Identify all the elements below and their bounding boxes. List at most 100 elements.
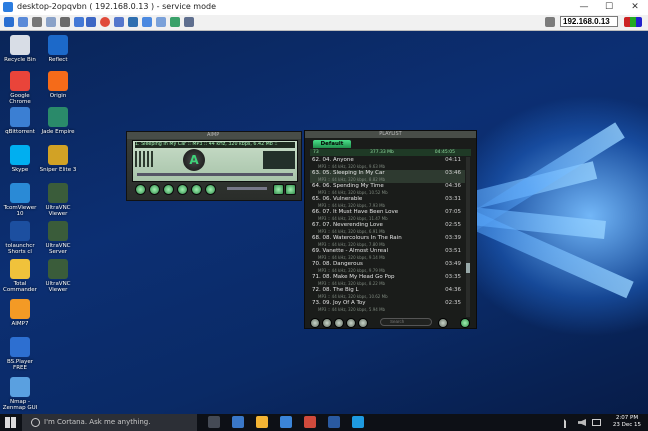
desktop-icon[interactable]: Skype: [0, 145, 40, 173]
desktop-icon-label: Recycle Bin: [4, 57, 36, 63]
network-icon[interactable]: [564, 419, 573, 428]
desktop-icon[interactable]: AIMP7: [0, 299, 40, 327]
cortana-search-box[interactable]: I'm Cortana. Ask me anything.: [22, 414, 197, 431]
edit-icon[interactable]: [346, 318, 356, 328]
playlist-row[interactable]: 63. 05. Sleeping In My Car 03:46 MP3 :: 44…: [310, 170, 465, 183]
aimp-playlist-window[interactable]: PLAYLIST Default 73 377.33 Mb 04:45:05 6…: [304, 130, 477, 329]
pause-button[interactable]: [149, 184, 160, 195]
playlist-menu-icon[interactable]: [358, 318, 368, 328]
scrollbar-thumb[interactable]: [466, 263, 470, 273]
view-only-icon[interactable]: [142, 17, 152, 27]
desktop-icon[interactable]: Origin: [38, 71, 78, 99]
desktop-icon[interactable]: BS.Player FREE: [0, 337, 40, 371]
desktop-icon[interactable]: Recycle Bin: [0, 35, 40, 63]
edge-icon[interactable]: [232, 416, 244, 428]
track-duration: 03:51: [445, 248, 461, 254]
desktop-icon-label: Skype: [11, 167, 29, 173]
aimp-taskbar-icon[interactable]: [304, 416, 316, 428]
playlist-row[interactable]: 65. 06. Vulnerable 03:31 MP3 :: 44 kHz, 32…: [310, 196, 465, 209]
fullscreen-icon[interactable]: [18, 17, 28, 27]
keyboard-icon[interactable]: [592, 419, 601, 426]
stop-button[interactable]: [163, 184, 174, 195]
nmap-icon: [10, 377, 30, 397]
playlist-tab-default[interactable]: Default: [313, 140, 351, 148]
playlist-row[interactable]: 71. 08. Make My Head Go Pop 03:35 MP3 :: 4…: [310, 274, 465, 287]
clock[interactable]: 2:07 PM 23 Dec 15: [608, 415, 646, 429]
desktop-icon[interactable]: TcomViewer 10: [0, 183, 40, 217]
playlist-row[interactable]: 64. 06. Spending My Time 04:36 MP3 :: 44 k…: [310, 183, 465, 196]
desktop-icon[interactable]: Nmap - Zenmap GUI: [0, 377, 40, 411]
playlist-rows: 62. 04. Anyone 04:11 MP3 :: 44 kHz, 320 kb…: [310, 157, 465, 317]
aimp-title-bar[interactable]: AIMP: [127, 132, 301, 139]
playlist-row[interactable]: 68. 08. Watercolours In The Rain 03:39 MP3…: [310, 235, 465, 248]
add-files-icon[interactable]: [310, 318, 320, 328]
close-button[interactable]: ✕: [626, 1, 644, 13]
track-duration: 03:31: [445, 196, 461, 202]
playlist-row[interactable]: 62. 04. Anyone 04:11 MP3 :: 44 kHz, 320 kb…: [310, 157, 465, 170]
desktop-icon[interactable]: UltraVNC Viewer: [38, 259, 78, 293]
track-count: 73: [313, 150, 319, 155]
playlist-row[interactable]: 67. 07. Neverending Love 02:55 MP3 :: 44 k…: [310, 222, 465, 235]
desktop-icon-label: tolaunchcr Shorts cl: [5, 243, 35, 255]
address-field[interactable]: [560, 16, 618, 27]
minimize-button[interactable]: —: [575, 1, 593, 13]
volume-slider[interactable]: [227, 187, 267, 190]
stop-icon[interactable]: [100, 17, 110, 27]
next-button[interactable]: [191, 184, 202, 195]
desktop-icon[interactable]: Sniper Elite 3: [38, 145, 78, 173]
desktop-icon[interactable]: UltraVNC Server: [38, 221, 78, 255]
playlist-scrollbar[interactable]: [466, 157, 470, 317]
desktop-icon[interactable]: qBittorrent: [0, 107, 40, 135]
search-clear-icon[interactable]: [438, 318, 448, 328]
screen-select-icon[interactable]: [156, 17, 166, 27]
notepad-taskbar-icon[interactable]: [328, 416, 340, 428]
color-depth-icon[interactable]: [624, 17, 642, 27]
task-view-icon[interactable]: [208, 416, 220, 428]
remove-files-icon[interactable]: [322, 318, 332, 328]
refresh-icon[interactable]: [46, 17, 56, 27]
desktop-icon[interactable]: Google Chrome: [0, 71, 40, 105]
volume-icon[interactable]: [578, 419, 586, 426]
track-duration: 03:49: [445, 261, 461, 267]
info-icon[interactable]: [86, 17, 96, 27]
file-transfer-icon[interactable]: [170, 17, 180, 27]
windows-key-icon[interactable]: [74, 17, 84, 27]
playlist-row[interactable]: 69. Vanette - Almost Unreal 03:51 MP3 :: 4…: [310, 248, 465, 261]
track-meta: MP3 :: 44 kHz, 320 kbps, 7.93 Mb: [318, 203, 386, 208]
desktop-icon[interactable]: Total Commander: [0, 259, 40, 293]
seek-bar[interactable]: [137, 173, 293, 176]
start-button-icon[interactable]: [5, 417, 16, 428]
open-button[interactable]: [205, 184, 216, 195]
monitor-icon[interactable]: [545, 17, 555, 27]
playlist-row[interactable]: 73. 09. Joy Of A Toy 02:35 MP3 :: 44 kHz, …: [310, 300, 465, 313]
playlist-toggle-button[interactable]: [285, 184, 296, 195]
playlist-summary: 73 377.33 Mb 04:45:05: [310, 149, 471, 156]
file-explorer-icon[interactable]: [256, 416, 268, 428]
jump-to-current-icon[interactable]: [460, 318, 470, 328]
sort-icon[interactable]: [334, 318, 344, 328]
options-icon[interactable]: [184, 17, 194, 27]
playlist-row[interactable]: 72. 08. The Big L 04:36 MP3 :: 44 kHz, 320…: [310, 287, 465, 300]
skype-taskbar-icon[interactable]: [352, 416, 364, 428]
maximize-button[interactable]: ☐: [600, 1, 618, 13]
track-title: 62. 04. Anyone: [312, 157, 354, 163]
playlist-row[interactable]: 66. 07. It Must Have Been Love 07:05 MP3 :…: [310, 209, 465, 222]
playlist-row[interactable]: 70. 08. Dangerous 03:49 MP3 :: 44 kHz, 320…: [310, 261, 465, 274]
play-button[interactable]: [135, 184, 146, 195]
search-input[interactable]: [380, 318, 432, 326]
chat-icon[interactable]: [114, 17, 124, 27]
aimp-player-window[interactable]: AIMP 1. Sleeping In My Car :: MP3 :: 44 …: [126, 131, 302, 201]
desktop-icon[interactable]: UltraVNC Viewer: [38, 183, 78, 217]
connection-icon[interactable]: [4, 17, 14, 27]
playlist-title-bar[interactable]: PLAYLIST: [305, 131, 476, 138]
ctrl-alt-del-icon[interactable]: [60, 17, 70, 27]
desktop-icon[interactable]: tolaunchcr Shorts cl: [0, 221, 40, 255]
desktop-icon[interactable]: Reflect: [38, 35, 78, 63]
transfer-icon[interactable]: [128, 17, 138, 27]
equalizer-button[interactable]: [273, 184, 284, 195]
settings-gear-icon[interactable]: [32, 17, 42, 27]
desktop-icon[interactable]: Jade Empire: [38, 107, 78, 135]
track-duration: 02:55: [445, 222, 461, 228]
previous-button[interactable]: [177, 184, 188, 195]
store-icon[interactable]: [280, 416, 292, 428]
